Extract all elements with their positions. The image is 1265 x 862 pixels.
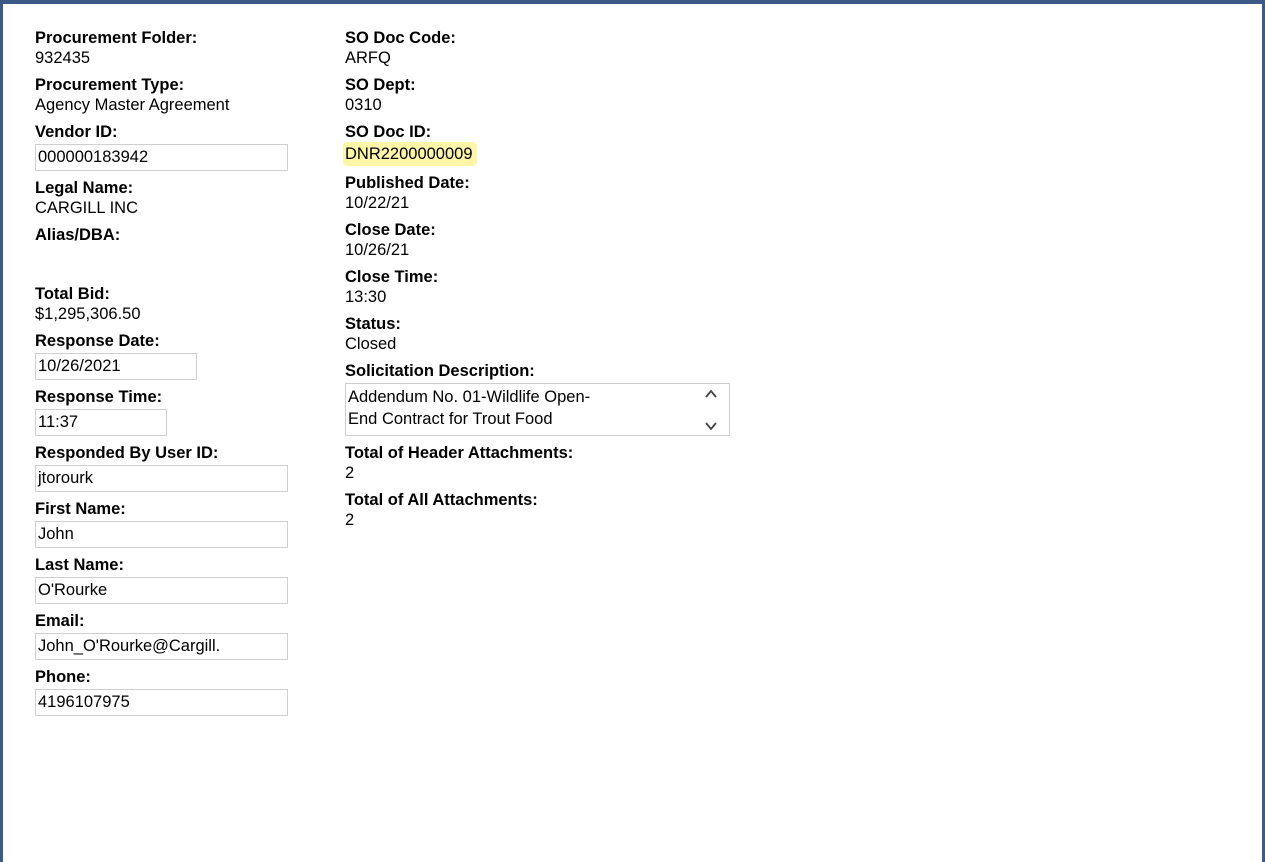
responded-by-input[interactable]: jtorourk	[35, 465, 288, 492]
so-doc-id-label: SO Doc ID:	[345, 123, 432, 141]
phone-label: Phone:	[35, 668, 91, 686]
all-attachments-value: 2	[345, 511, 355, 529]
close-time-label: Close Time:	[345, 268, 439, 286]
published-date-field: Published Date: 10/22/21	[345, 173, 765, 213]
legal-name-value: CARGILL INC	[35, 199, 138, 217]
procurement-type-value: Agency Master Agreement	[35, 96, 230, 114]
email-field: Email: John_O'Rourke@Cargill.	[35, 611, 315, 660]
published-date-label: Published Date:	[345, 174, 470, 192]
close-date-field: Close Date: 10/26/21	[345, 220, 765, 260]
solicitation-description-label: Solicitation Description:	[345, 362, 535, 380]
solicitation-column: SO Doc Code: ARFQ SO Dept: 0310 SO Doc I…	[343, 28, 765, 537]
total-bid-value: $1,295,306.50	[35, 305, 141, 323]
response-time-field: Response Time: 11:37	[35, 387, 315, 436]
total-bid-label: Total Bid:	[35, 285, 110, 303]
last-name-field: Last Name: O'Rourke	[35, 555, 315, 604]
so-doc-code-field: SO Doc Code: ARFQ	[345, 28, 765, 68]
textarea-scrollbar[interactable]	[699, 388, 723, 432]
all-attachments-field: Total of All Attachments: 2	[345, 490, 765, 530]
legal-name-field: Legal Name: CARGILL INC	[35, 178, 315, 218]
so-dept-value: 0310	[345, 96, 382, 114]
total-bid-field: Total Bid: $1,295,306.50	[35, 284, 315, 324]
status-label: Status:	[345, 315, 401, 333]
so-dept-label: SO Dept:	[345, 76, 416, 94]
so-doc-id-value: DNR2200000009	[343, 142, 477, 166]
responded-by-label: Responded By User ID:	[35, 444, 219, 462]
chevron-down-icon[interactable]	[705, 420, 717, 432]
chevron-up-icon[interactable]	[705, 388, 717, 400]
last-name-input[interactable]: O'Rourke	[35, 577, 288, 604]
so-dept-field: SO Dept: 0310	[345, 75, 765, 115]
response-date-input[interactable]: 10/26/2021	[35, 353, 197, 380]
phone-field: Phone: 4196107975	[35, 667, 315, 716]
solicitation-description-line: Addendum No. 01-Wildlife Open-	[348, 388, 591, 406]
vendor-id-field: Vendor ID: 000000183942	[35, 122, 315, 171]
procurement-folder-label: Procurement Folder:	[35, 29, 198, 47]
first-name-label: First Name:	[35, 500, 126, 518]
last-name-label: Last Name:	[35, 556, 124, 574]
first-name-field: First Name: John	[35, 499, 315, 548]
solicitation-description-field: Solicitation Description: Addendum No. 0…	[345, 361, 765, 436]
alias-label: Alias/DBA:	[35, 226, 121, 244]
procurement-folder-field: Procurement Folder: 932435	[35, 28, 315, 68]
alias-field: Alias/DBA:	[35, 225, 315, 277]
header-attachments-field: Total of Header Attachments: 2	[345, 443, 765, 483]
response-time-label: Response Time:	[35, 388, 163, 406]
close-date-value: 10/26/21	[345, 241, 410, 259]
close-time-value: 13:30	[345, 288, 387, 306]
procurement-type-field: Procurement Type: Agency Master Agreemen…	[35, 75, 315, 115]
vendor-id-label: Vendor ID:	[35, 123, 118, 141]
so-doc-code-label: SO Doc Code:	[345, 29, 456, 47]
response-date-label: Response Date:	[35, 332, 160, 350]
response-date-field: Response Date: 10/26/2021	[35, 331, 315, 380]
so-doc-code-value: ARFQ	[345, 49, 391, 67]
email-input[interactable]: John_O'Rourke@Cargill.	[35, 633, 288, 660]
solicitation-description-line: End Contract for Trout Food	[348, 410, 553, 428]
first-name-input[interactable]: John	[35, 521, 288, 548]
responded-by-field: Responded By User ID: jtorourk	[35, 443, 315, 492]
status-field: Status: Closed	[345, 314, 765, 354]
solicitation-description-textarea[interactable]: Addendum No. 01-Wildlife Open- End Contr…	[345, 383, 730, 436]
procurement-folder-value: 932435	[35, 49, 91, 67]
all-attachments-label: Total of All Attachments:	[345, 491, 538, 509]
header-attachments-value: 2	[345, 464, 355, 482]
close-date-label: Close Date:	[345, 221, 436, 239]
vendor-column: Procurement Folder: 932435 Procurement T…	[35, 28, 315, 723]
legal-name-label: Legal Name:	[35, 179, 134, 197]
phone-input[interactable]: 4196107975	[35, 689, 288, 716]
header-attachments-label: Total of Header Attachments:	[345, 444, 574, 462]
so-doc-id-field: SO Doc ID: DNR2200000009	[343, 122, 765, 166]
response-time-input[interactable]: 11:37	[35, 409, 167, 436]
vendor-id-input[interactable]: 000000183942	[35, 144, 288, 171]
close-time-field: Close Time: 13:30	[345, 267, 765, 307]
status-value: Closed	[345, 335, 397, 353]
published-date-value: 10/22/21	[345, 194, 410, 212]
procurement-type-label: Procurement Type:	[35, 76, 185, 94]
email-label: Email:	[35, 612, 85, 630]
